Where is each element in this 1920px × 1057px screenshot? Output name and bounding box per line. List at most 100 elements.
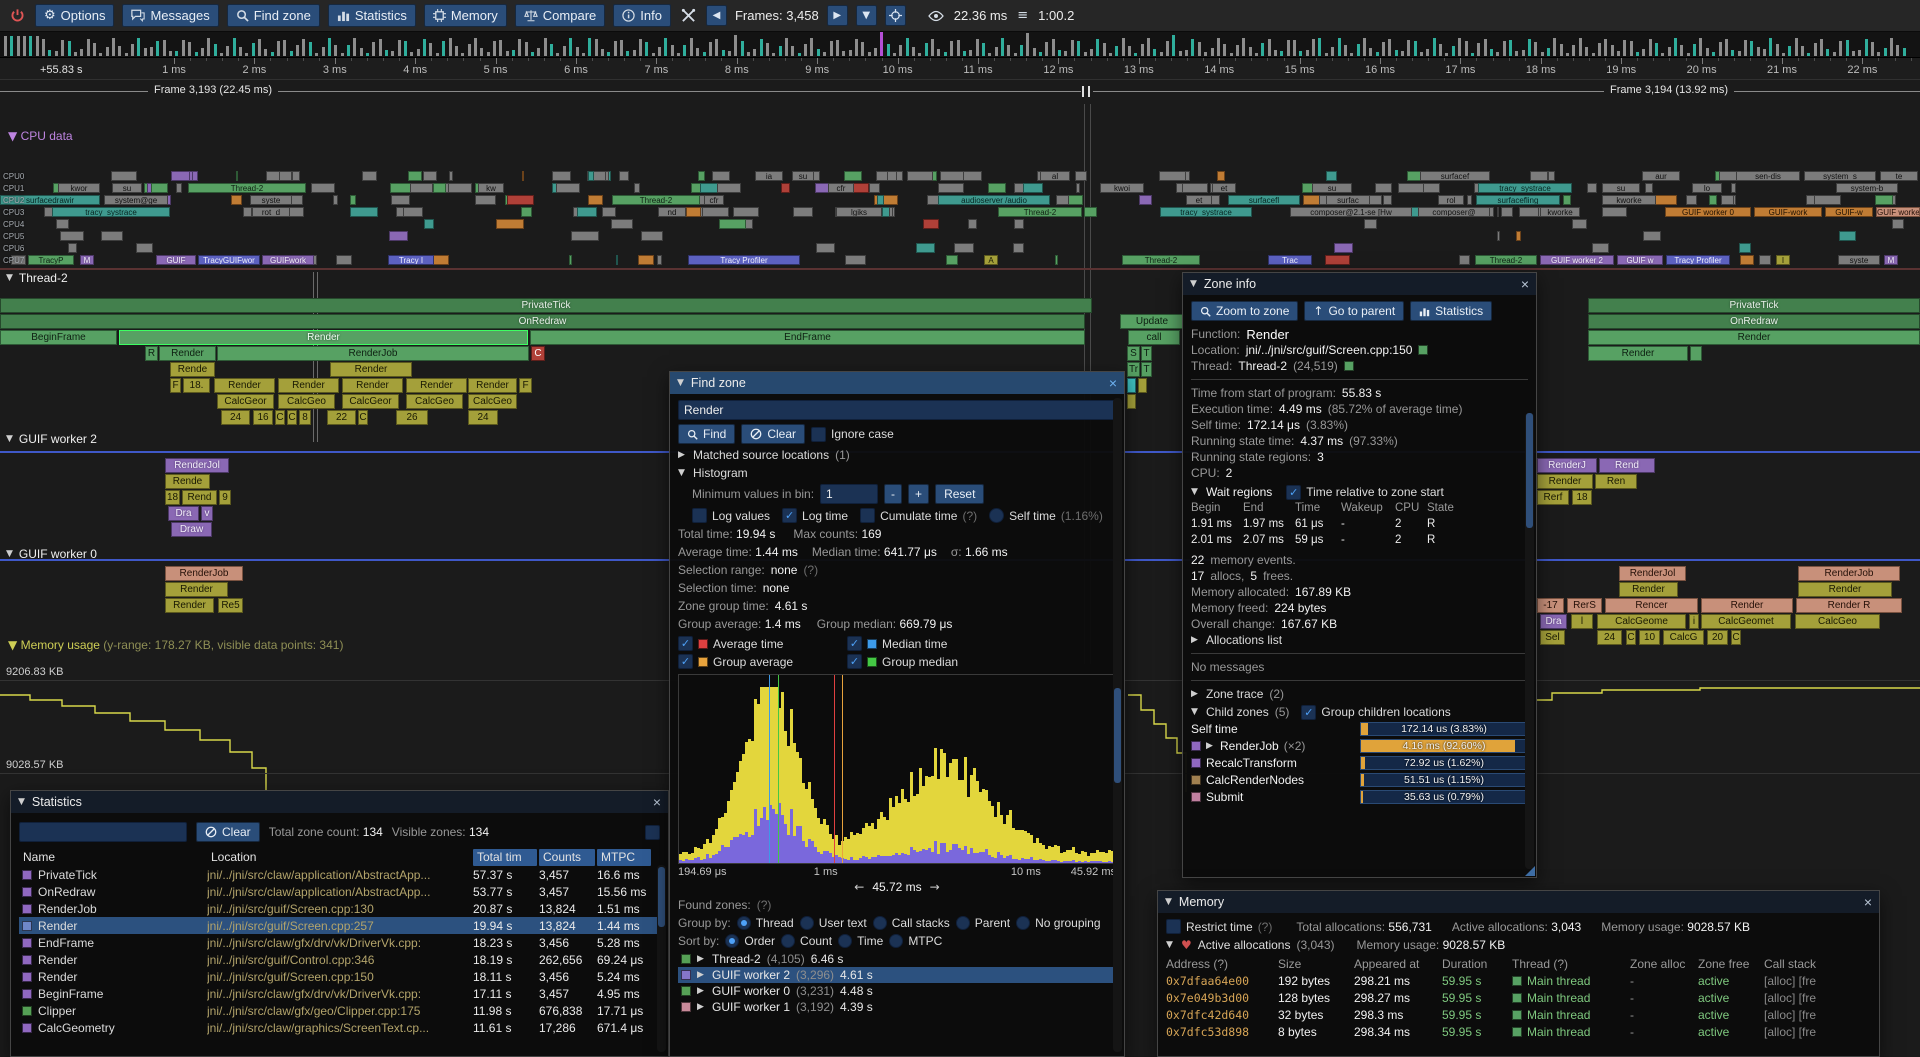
timeline-zone[interactable]: [1814, 195, 1841, 205]
timeline-zone[interactable]: [577, 207, 597, 217]
timeline-zone[interactable]: CalcGeor: [217, 394, 274, 409]
frame-bar-tick[interactable]: [150, 47, 153, 56]
timeline-zone[interactable]: Rend: [1599, 458, 1655, 473]
frame-bar-tick[interactable]: [1553, 38, 1556, 56]
timeline-zone[interactable]: C: [1626, 630, 1636, 645]
timeline-zone[interactable]: [449, 171, 453, 181]
find-zone-button[interactable]: Find zone: [227, 4, 320, 27]
frame-bar-tick[interactable]: [506, 51, 509, 56]
frame-bar-tick[interactable]: [1147, 38, 1150, 56]
frame-label-right[interactable]: Frame 3,194 (13.92 ms): [1604, 84, 1734, 96]
frame-bar-tick[interactable]: [429, 43, 432, 56]
frame-bar-tick[interactable]: [899, 45, 902, 56]
next-frame-button[interactable]: ▶: [827, 5, 848, 26]
legend-checkbox[interactable]: ✓Group average: [678, 654, 839, 669]
timeline-zone[interactable]: [423, 171, 437, 181]
timeline-zone[interactable]: GUIF worker 0: [1665, 207, 1751, 217]
statistics-titlebar[interactable]: ▼ Statistics ×: [11, 791, 668, 813]
timeline-zone[interactable]: Tracy Profiler: [688, 255, 800, 265]
timeline-zone[interactable]: cfr: [704, 195, 724, 205]
thread-header[interactable]: ▼Thread-2: [6, 271, 68, 285]
frame-bar-tick[interactable]: [36, 36, 39, 56]
frame-bar-tick[interactable]: [1122, 38, 1125, 56]
timeline-zone[interactable]: [1138, 378, 1147, 393]
frame-bar-tick[interactable]: [1484, 39, 1487, 57]
frame-bar-tick[interactable]: [715, 39, 718, 56]
frame-bar-tick[interactable]: [1280, 51, 1283, 56]
timeline-zone[interactable]: rol: [1438, 195, 1464, 205]
timeline-zone[interactable]: Thread-2: [1122, 255, 1200, 265]
frame-bar-tick[interactable]: [1185, 50, 1188, 56]
timeline-zone[interactable]: [1839, 231, 1856, 241]
timeline-zone[interactable]: kwor: [58, 183, 100, 193]
frame-bar-tick[interactable]: [1274, 50, 1277, 57]
timeline-zone[interactable]: GUIF worker 2: [1876, 207, 1920, 217]
source-color-swatch[interactable]: [1418, 345, 1428, 355]
frame-bar-tick[interactable]: [1433, 38, 1436, 56]
timeline-zone[interactable]: ia: [755, 171, 783, 181]
frame-bar-tick[interactable]: [1064, 51, 1067, 56]
log-time-checkbox[interactable]: ✓Log time: [782, 508, 848, 523]
expand-icon[interactable]: ▶: [697, 1002, 706, 1012]
radio-thread[interactable]: Thread: [737, 916, 794, 930]
timeline-zone[interactable]: T: [1141, 362, 1152, 377]
table-row[interactable]: 1.91 ms1.97 ms61 μs-2R: [1191, 516, 1528, 532]
timeline-zone[interactable]: Ren: [1595, 474, 1637, 489]
frame-bar-tick[interactable]: [963, 51, 966, 56]
timeline-zone[interactable]: RenderJob: [1798, 566, 1900, 581]
options-button[interactable]: ⚙Options: [35, 4, 114, 27]
frame-bar-tick[interactable]: [1611, 45, 1614, 56]
frame-bar-tick[interactable]: [449, 38, 452, 56]
frame-bar-tick[interactable]: [1268, 39, 1271, 56]
frame-bar-tick[interactable]: [664, 38, 667, 56]
frame-bar-tick[interactable]: [1198, 42, 1201, 56]
timeline-zone[interactable]: [350, 207, 378, 217]
timeline-zone[interactable]: [733, 207, 759, 217]
timeline-zone[interactable]: Thread-2: [1475, 255, 1537, 265]
frame-bar-tick[interactable]: [512, 50, 515, 56]
frame-bar-tick[interactable]: [626, 51, 629, 56]
frame-bar-tick[interactable]: [1674, 38, 1677, 56]
timeline-zone[interactable]: et: [1212, 183, 1236, 193]
timeline-zone[interactable]: [608, 171, 610, 181]
frame-bar-tick[interactable]: [569, 38, 572, 56]
radio-time[interactable]: Time: [838, 934, 883, 948]
find-zone-titlebar[interactable]: ▼ Find zone ×: [670, 372, 1124, 394]
frame-bar-tick[interactable]: [563, 46, 566, 56]
timeline-zone[interactable]: tracy_systrace: [52, 207, 170, 217]
timeline-zone[interactable]: [1127, 378, 1136, 393]
timeline-zone[interactable]: [717, 183, 741, 193]
timeline-zone[interactable]: lo: [1692, 183, 1722, 193]
frame-bar-tick[interactable]: [982, 43, 985, 56]
timeline-zone[interactable]: Re5: [218, 598, 243, 613]
frame-bar-tick[interactable]: [582, 53, 585, 56]
frame-bar-tick[interactable]: [1026, 33, 1029, 56]
timeline-zone[interactable]: [403, 207, 423, 217]
frame-bar-tick[interactable]: [220, 53, 223, 56]
frame-bar-tick[interactable]: [55, 51, 58, 56]
frame-bar-tick[interactable]: [880, 32, 883, 56]
timeline-zone[interactable]: [1690, 346, 1702, 361]
timeline-zone[interactable]: S: [1127, 346, 1140, 361]
timeline-zone[interactable]: Render: [1588, 330, 1920, 345]
frame-bar-tick[interactable]: [1668, 47, 1671, 56]
timeline-zone[interactable]: Render: [1619, 582, 1678, 597]
timeline-zone[interactable]: te: [1880, 171, 1918, 181]
timeline-zone[interactable]: [1759, 255, 1771, 265]
timeline-zone[interactable]: [1530, 171, 1548, 181]
reset-button[interactable]: Reset: [935, 484, 984, 504]
timeline-zone[interactable]: [448, 183, 472, 193]
timeline-zone[interactable]: Tracy Profiler: [1666, 255, 1730, 265]
timeline-zone[interactable]: sen-dis: [1736, 171, 1800, 181]
frame-bar-tick[interactable]: [1401, 51, 1404, 56]
frame-bar-tick[interactable]: [1788, 46, 1791, 56]
frame-bar-tick[interactable]: [1477, 43, 1480, 56]
frame-bar-tick[interactable]: [595, 39, 598, 56]
frame-bar-tick[interactable]: [766, 43, 769, 56]
table-row[interactable]: Renderjni/../jni/src/guif/Screen.cpp:257…: [19, 917, 660, 934]
frame-bar-tick[interactable]: [163, 40, 166, 56]
frame-bar-tick[interactable]: [1566, 53, 1569, 56]
go-to-parent-button[interactable]: ↑Go to parent: [1304, 301, 1404, 321]
frame-bar-tick[interactable]: [423, 39, 426, 56]
frame-bar-tick[interactable]: [1217, 38, 1220, 56]
